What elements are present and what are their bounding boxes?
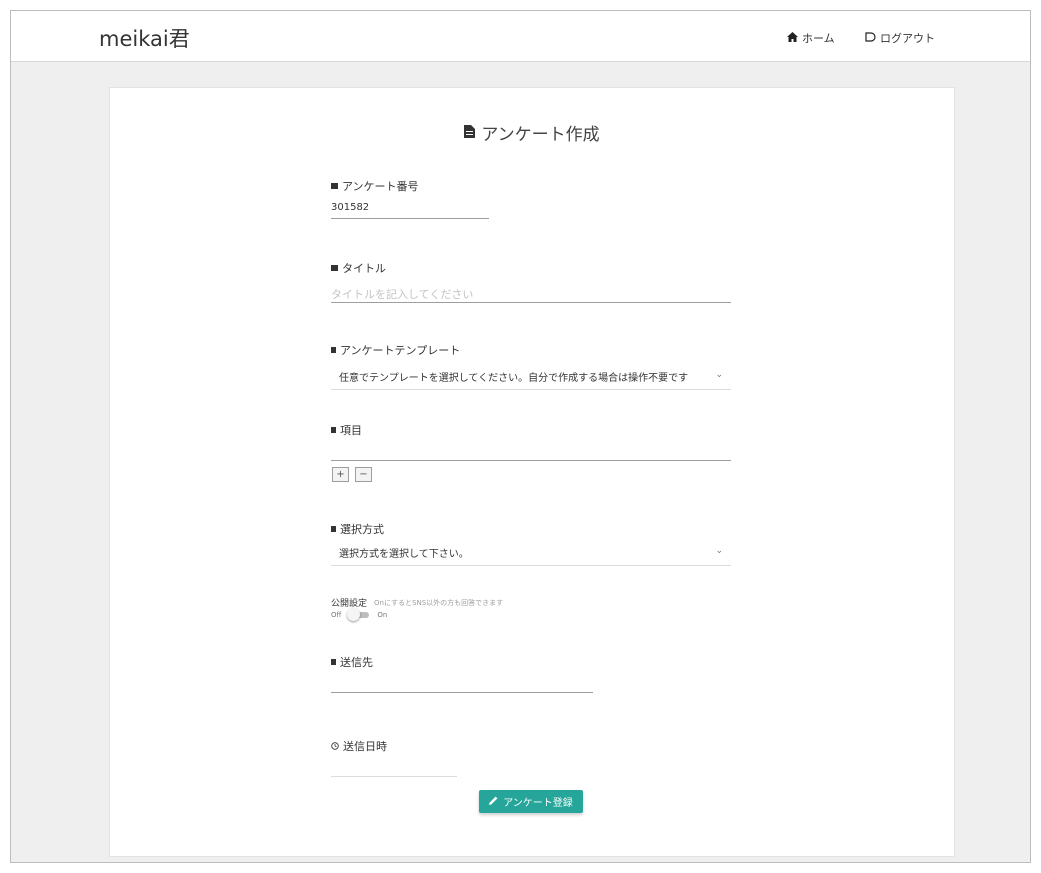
survey-number-label-text: アンケート番号	[342, 180, 419, 193]
selection-method-select[interactable]: 選択方式を選択して下さい。 ⌄	[331, 540, 731, 566]
public-setting-switch-group: Off On	[331, 608, 388, 621]
recipients-label: 送信先	[331, 654, 373, 670]
title-input[interactable]: タイトルを記入してください	[331, 286, 473, 302]
nav-home-link[interactable]: ホーム	[787, 30, 835, 46]
selection-method-label: 選択方式	[331, 521, 384, 537]
square-icon	[331, 427, 336, 433]
switch-on-label: On	[377, 611, 388, 619]
recipients-input[interactable]	[331, 692, 593, 693]
nav-logout-label: ログアウト	[880, 32, 935, 45]
chevron-down-icon: ⌄	[715, 546, 723, 556]
items-label-text: 項目	[340, 424, 362, 437]
remove-item-button[interactable]: −	[355, 467, 372, 482]
template-label: アンケートテンプレート	[331, 342, 460, 358]
survey-number-label: アンケート番号	[331, 178, 419, 194]
pencil-icon	[489, 796, 498, 808]
public-setting-toggle[interactable]	[347, 608, 371, 621]
register-survey-button[interactable]: アンケート登録	[479, 790, 583, 813]
recipients-label-text: 送信先	[340, 656, 373, 669]
selection-method-label-text: 選択方式	[340, 523, 384, 536]
square-icon	[331, 347, 336, 353]
public-setting-hint: OnにするとSNS以外の方も回答できます	[374, 598, 504, 607]
items-label: 項目	[331, 422, 362, 438]
browser-frame: meikai君 ホーム ログアウト アンケート作成 アンケート番号 301582…	[10, 10, 1031, 863]
title-label-text: タイトル	[342, 262, 386, 275]
add-item-button[interactable]: +	[332, 467, 349, 482]
survey-number-underline	[331, 218, 489, 219]
survey-number-value: 301582	[331, 202, 370, 213]
public-setting-label: 公開設定 OnにするとSNS以外の方も回答できます	[331, 596, 504, 610]
send-datetime-label: 送信日時	[331, 738, 387, 754]
home-icon	[787, 31, 798, 45]
square-icon	[331, 183, 338, 189]
square-icon	[331, 265, 338, 271]
send-datetime-label-text: 送信日時	[343, 740, 387, 753]
logout-icon	[865, 31, 876, 45]
square-icon	[331, 659, 336, 665]
page-title-text: アンケート作成	[481, 125, 600, 145]
send-datetime-input[interactable]	[331, 776, 457, 777]
toggle-knob	[347, 608, 361, 621]
clock-icon	[331, 740, 339, 753]
switch-off-label: Off	[331, 611, 342, 619]
register-survey-label: アンケート登録	[503, 798, 573, 809]
title-input-underline	[331, 302, 731, 303]
nav-home-label: ホーム	[802, 32, 835, 45]
template-label-text: アンケートテンプレート	[340, 344, 461, 357]
navbar: meikai君 ホーム ログアウト	[11, 11, 1030, 62]
square-icon	[331, 526, 336, 532]
items-underline	[331, 460, 731, 461]
chevron-down-icon: ⌄	[715, 370, 723, 380]
selection-method-selected: 選択方式を選択して下さい。	[339, 549, 469, 560]
document-icon	[464, 123, 476, 143]
brand-logo[interactable]: meikai君	[99, 23, 190, 53]
page-title: アンケート作成	[110, 120, 954, 145]
nav-logout-link[interactable]: ログアウト	[865, 30, 935, 46]
survey-form-card: アンケート作成 アンケート番号 301582 タイトル タイトルを記入してくださ…	[109, 87, 955, 857]
template-selected: 任意でテンプレートを選択してください。自分で作成する場合は操作不要です	[339, 373, 689, 384]
public-setting-label-text: 公開設定	[331, 599, 368, 609]
title-label: タイトル	[331, 260, 386, 276]
template-select[interactable]: 任意でテンプレートを選択してください。自分で作成する場合は操作不要です ⌄	[331, 364, 731, 390]
